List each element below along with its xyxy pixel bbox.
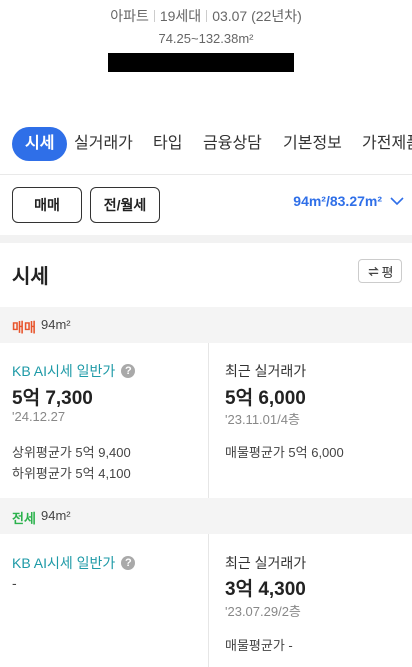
tab-actual-transactions[interactable]: 실거래가 — [74, 127, 133, 161]
section-title: 시세 — [12, 266, 49, 288]
sale-listing-average: 매물평균가 5억 6,000 — [225, 445, 344, 460]
complex-meta: 아파트 19세대 03.07 (22년차) — [0, 6, 412, 26]
lease-kb-label-text: KB AI시세 일반가 — [12, 555, 116, 571]
sale-type-label: 매매 — [12, 320, 36, 335]
unit-toggle-label: 평 — [381, 264, 394, 280]
tab-market-price[interactable]: 시세 — [12, 127, 68, 161]
section-gap — [0, 235, 412, 243]
column-divider — [208, 343, 209, 498]
help-icon[interactable]: ? — [121, 364, 136, 378]
tab-type[interactable]: 타입 — [153, 127, 182, 161]
sale-kb-label: KB AI시세 일반가 ? — [12, 361, 136, 381]
built-date: 03.07 (22년차) — [212, 8, 302, 24]
building-type: 아파트 — [110, 8, 149, 24]
divider — [0, 174, 412, 175]
sale-filter-button[interactable]: 매매 — [12, 187, 82, 223]
sale-kb-label-text: KB AI시세 일반가 — [12, 363, 116, 379]
lease-type-label: 전세 — [12, 511, 36, 526]
sale-kb-price: 5억 7,300 — [12, 388, 93, 409]
help-icon[interactable]: ? — [121, 556, 136, 570]
sale-header: 매매 94m² — [0, 307, 412, 343]
sale-recent-price: 5억 6,000 — [225, 388, 306, 409]
lease-size: 94m² — [41, 508, 71, 523]
unit-toggle-button[interactable]: 평 — [358, 259, 402, 283]
lease-listing-average: 매물평균가 - — [225, 638, 293, 653]
divider — [206, 10, 208, 22]
tab-basic-info[interactable]: 기본정보 — [283, 127, 342, 161]
lease-filter-button[interactable]: 전/월세 — [90, 187, 160, 223]
area-selector[interactable]: 94m²/83.27m² — [293, 193, 404, 209]
sale-upper-average: 상위평균가 5억 9,400 — [12, 445, 131, 460]
household-count: 19세대 — [159, 8, 202, 24]
lease-recent-price: 3억 4,300 — [225, 579, 306, 600]
lease-kb-price: - — [12, 575, 17, 591]
sale-recent-date: '23.11.01/4층 — [225, 412, 300, 427]
lease-kb-label: KB AI시세 일반가 ? — [12, 553, 136, 573]
tab-bar: 시세 실거래가 타입 금융상담 기본정보 가전제품 — [0, 127, 412, 161]
lease-header: 전세 94m² — [0, 498, 412, 534]
chevron-down-icon — [390, 197, 404, 206]
lease-recent-date: '23.07.29/2층 — [225, 604, 301, 619]
divider — [153, 10, 155, 22]
tab-appliances[interactable]: 가전제품 — [362, 127, 412, 161]
tab-finance[interactable]: 금융상담 — [203, 127, 262, 161]
lease-recent-label: 최근 실거래가 — [225, 555, 307, 571]
swap-icon — [367, 266, 379, 276]
sale-lower-average: 하위평균가 5억 4,100 — [12, 466, 131, 481]
area-selected-label: 94m²/83.27m² — [293, 193, 382, 209]
column-divider — [208, 534, 209, 667]
area-range: 74.25~132.38m² — [158, 31, 254, 46]
sale-size: 94m² — [41, 317, 71, 332]
sale-kb-date: '24.12.27 — [12, 409, 66, 424]
redacted-address — [108, 53, 294, 72]
sale-recent-label: 최근 실거래가 — [225, 363, 307, 379]
